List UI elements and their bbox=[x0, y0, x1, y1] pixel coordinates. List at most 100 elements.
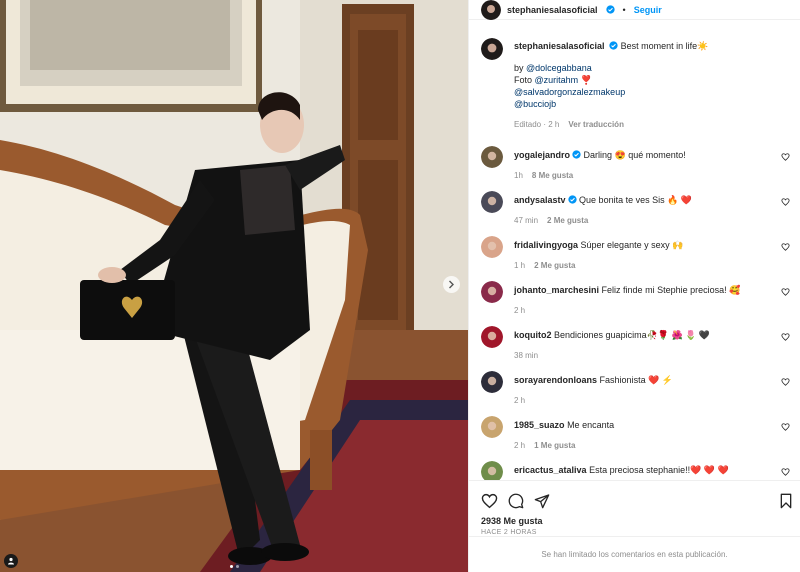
carousel-dot bbox=[235, 565, 239, 568]
follow-button[interactable]: Seguir bbox=[634, 5, 662, 15]
verified-badge-icon bbox=[567, 195, 577, 204]
comment-text: Que bonita te ves Sis 🔥 ❤️ bbox=[579, 195, 693, 205]
verified-badge-icon bbox=[572, 150, 581, 159]
comment-text: Me encanta bbox=[567, 420, 615, 430]
heart-icon bbox=[781, 378, 790, 386]
comment-like-button[interactable] bbox=[781, 153, 790, 163]
comment-item: yogalejandro Darling 😍 qué momento! 1h 8 M… bbox=[481, 137, 790, 182]
separator: • bbox=[622, 4, 626, 15]
comment-time: 2 h bbox=[514, 441, 526, 450]
comment-text: Súper elegante y sexy 🙌 bbox=[580, 240, 684, 250]
comment-like-button[interactable] bbox=[781, 378, 790, 388]
comment-item: johanto_marchesini Feliz finde mi Stephi… bbox=[481, 272, 790, 317]
commenter-username[interactable]: fridalivingyoga bbox=[514, 240, 578, 250]
comment-time: 47 min bbox=[514, 216, 539, 225]
heart-icon bbox=[481, 493, 498, 509]
author-avatar[interactable] bbox=[481, 38, 503, 60]
comment-likes[interactable]: 2 Me gusta bbox=[534, 260, 575, 272]
commenter-avatar[interactable] bbox=[481, 461, 503, 480]
comment-like-button[interactable] bbox=[781, 288, 790, 298]
heart-exclamation-emoji: ❣️ bbox=[580, 75, 592, 85]
comment-time: 2 h bbox=[514, 396, 526, 405]
post-time: HACE 2 HORAS bbox=[481, 529, 537, 536]
user-tag-icon bbox=[8, 557, 14, 565]
share-button[interactable] bbox=[534, 493, 550, 509]
post-photo[interactable] bbox=[0, 0, 468, 572]
comment-likes[interactable]: 1 Me gusta bbox=[534, 440, 575, 452]
author-avatar[interactable] bbox=[481, 0, 501, 20]
carousel-dots bbox=[0, 565, 468, 568]
heart-icon bbox=[781, 243, 790, 251]
photographer-mention-link[interactable]: @zuritahm bbox=[535, 75, 579, 85]
commenter-username[interactable]: 1985_suazo bbox=[514, 420, 565, 430]
commenter-avatar[interactable] bbox=[481, 326, 503, 348]
heart-icon bbox=[781, 468, 790, 476]
makeup-mention-link[interactable]: @salvadorgonzalezmakeup bbox=[514, 87, 625, 97]
comment-icon bbox=[508, 493, 524, 509]
commenter-username[interactable]: andysalastv bbox=[514, 195, 566, 205]
comments-limited-notice: Se han limitado los comentarios en esta … bbox=[469, 536, 800, 572]
verified-badge-icon bbox=[605, 5, 615, 14]
comment-likes[interactable]: 2 Me gusta bbox=[547, 215, 588, 227]
comment-text: Bendiciones guapicima🥀🌹 🌺 🌷 🖤 bbox=[554, 330, 711, 340]
commenter-username[interactable]: yogalejandro bbox=[514, 150, 570, 160]
comment-button[interactable] bbox=[508, 493, 524, 509]
commenter-avatar[interactable] bbox=[481, 191, 503, 213]
verified-badge-icon bbox=[609, 41, 618, 50]
caption-by-label: by bbox=[514, 63, 527, 73]
comment-likes[interactable]: 8 Me gusta bbox=[532, 170, 573, 182]
heart-icon bbox=[781, 288, 790, 296]
comment-item: andysalastv Que bonita te ves Sis 🔥 ❤️ 47… bbox=[481, 182, 790, 227]
comments-section[interactable]: stephaniesalasoficial Best moment in lif… bbox=[469, 20, 800, 480]
commenter-username[interactable]: ericactus_ataliva bbox=[514, 465, 587, 475]
post-image bbox=[0, 0, 468, 572]
commenter-username[interactable]: johanto_marchesini bbox=[514, 285, 599, 295]
save-button[interactable] bbox=[779, 493, 793, 511]
see-translation-link[interactable]: Ver traducción bbox=[568, 119, 624, 131]
comment-like-button[interactable] bbox=[781, 333, 790, 343]
likes-count[interactable]: 2938 Me gusta bbox=[481, 516, 788, 526]
post-side-panel: stephaniesalasoficial • Seguir stephanie… bbox=[468, 0, 800, 572]
commenter-username[interactable]: sorayarendonloans bbox=[514, 375, 597, 385]
comment-text: Feliz finde mi Stephie preciosa! 🥰 bbox=[601, 285, 741, 295]
comment-like-button[interactable] bbox=[781, 423, 790, 433]
comment-time: 38 min bbox=[514, 351, 539, 360]
chevron-right-icon bbox=[449, 280, 454, 289]
author-username[interactable]: stephaniesalasoficial bbox=[507, 5, 598, 15]
carousel-dot bbox=[229, 565, 233, 568]
commenter-avatar[interactable] bbox=[481, 416, 503, 438]
stylist-mention-link[interactable]: @bucciojb bbox=[514, 99, 556, 109]
post-caption: stephaniesalasoficial Best moment in lif… bbox=[481, 38, 790, 131]
caption-text: Best moment in life bbox=[620, 41, 698, 51]
sun-emoji: ☀️ bbox=[697, 41, 709, 51]
heart-icon bbox=[781, 153, 790, 161]
comment-text: Darling 😍 qué momento! bbox=[583, 150, 686, 160]
heart-icon bbox=[781, 333, 790, 341]
comment-item: sorayarendonloans Fashionista ❤️ ⚡ 2 h bbox=[481, 362, 790, 407]
tag-people-button[interactable] bbox=[4, 554, 18, 568]
caption-username[interactable]: stephaniesalasoficial bbox=[514, 41, 605, 51]
like-button[interactable] bbox=[481, 493, 498, 509]
comment-item: 1985_suazo Me encanta 2 h 1 Me gusta bbox=[481, 407, 790, 452]
comment-time: 2 h bbox=[514, 306, 526, 315]
caption-foto-label: Foto bbox=[514, 75, 535, 85]
comment-item: fridalivingyoga Súper elegante y sexy 🙌 1… bbox=[481, 227, 790, 272]
comment-like-button[interactable] bbox=[781, 198, 790, 208]
comment-like-button[interactable] bbox=[781, 468, 790, 478]
comment-time: 1 h bbox=[514, 261, 526, 270]
commenter-avatar[interactable] bbox=[481, 236, 503, 258]
heart-icon bbox=[781, 423, 790, 431]
brand-mention-link[interactable]: @dolcegabbana bbox=[526, 63, 592, 73]
commenter-avatar[interactable] bbox=[481, 371, 503, 393]
edited-time: Editado · 2 h bbox=[514, 120, 560, 129]
carousel-next-button[interactable] bbox=[443, 276, 460, 293]
commenter-avatar[interactable] bbox=[481, 281, 503, 303]
commenter-username[interactable]: koquito2 bbox=[514, 330, 552, 340]
bookmark-icon bbox=[780, 493, 792, 509]
commenter-avatar[interactable] bbox=[481, 146, 503, 168]
comment-item: koquito2 Bendiciones guapicima🥀🌹 🌺 🌷 🖤 38… bbox=[481, 317, 790, 362]
comment-text: Esta preciosa stephanie!!❤️ ❤️ ❤️ bbox=[589, 465, 729, 475]
post-header: stephaniesalasoficial • Seguir bbox=[469, 0, 800, 20]
post-actions: 2938 Me gusta HACE 2 HORAS bbox=[469, 480, 800, 536]
comment-like-button[interactable] bbox=[781, 243, 790, 253]
